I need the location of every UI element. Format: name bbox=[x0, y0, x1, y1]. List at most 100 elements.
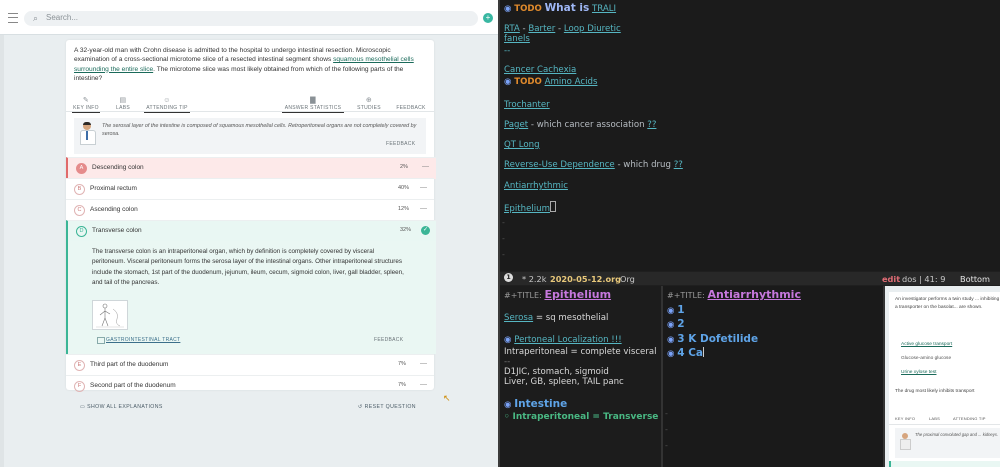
mini-question-card: An investigator performs a twin study ..… bbox=[889, 292, 1000, 467]
reset-label: RESET QUESTION bbox=[364, 404, 416, 410]
intestine-heading[interactable]: ◉ Intestine bbox=[504, 398, 567, 410]
line-dash[interactable]: -- bbox=[504, 46, 510, 56]
strike-icon[interactable]: — bbox=[420, 205, 427, 212]
line-cancer[interactable]: Cancer Cachexia bbox=[504, 65, 576, 75]
explanation-feedback-button[interactable]: FEEDBACK bbox=[374, 337, 403, 343]
reverse-use-link[interactable]: Reverse-Use Dependence bbox=[504, 160, 615, 170]
answer-choice-d[interactable]: D Transverse colon 32% ✓ bbox=[66, 220, 436, 242]
outline-item[interactable]: ◉ 3 K Dofetilide bbox=[667, 333, 758, 345]
show-all-explanations-button[interactable]: ▭ SHOW ALL EXPLANATIONS bbox=[80, 404, 163, 410]
line-rta[interactable]: RTA - Barter - Loop Diuretic bbox=[504, 24, 621, 34]
tab-attending-tip[interactable]: ☺ ATTENDING TIP bbox=[144, 97, 190, 113]
answer-choice-e[interactable]: E Third part of the duodenum 7% — bbox=[66, 354, 434, 376]
answer-choice-b[interactable]: B Proximal rectum 40% — bbox=[66, 178, 434, 200]
peritoneal-link[interactable]: Pertoneal Localization !!! bbox=[514, 335, 621, 345]
tab-studies[interactable]: ⊕ STUDIES bbox=[356, 97, 382, 112]
choice-percent: 7% bbox=[398, 382, 406, 388]
check-icon: ✓ bbox=[421, 226, 430, 235]
tab-key-info[interactable]: ✎ KEY INFO bbox=[72, 97, 100, 113]
outline-item[interactable]: ◉ 1 bbox=[667, 304, 685, 316]
trochanter-link[interactable]: Trochanter bbox=[504, 100, 550, 110]
tab-labs[interactable]: ▤ LABS bbox=[114, 97, 132, 112]
empty-line: - bbox=[665, 425, 668, 434]
outline-item[interactable]: ◉ 4 Ca bbox=[667, 347, 704, 359]
qt-long-link[interactable]: QT Long bbox=[504, 140, 540, 150]
title-value: Epithelium bbox=[544, 288, 612, 301]
paget-link[interactable]: Paget bbox=[504, 120, 528, 130]
search-icon: ⌕ bbox=[33, 13, 39, 23]
line-reverse-use[interactable]: Reverse-Use Dependence - which drug ?? bbox=[504, 160, 683, 170]
question-tabs: ✎ KEY INFO ▤ LABS ☺ ATTENDING TIP ▇ ANSWER S… bbox=[66, 97, 434, 113]
amino-acids-link[interactable]: Amino Acids bbox=[545, 77, 598, 87]
mini-option[interactable]: Active glucose transport bbox=[901, 342, 952, 347]
search-placeholder: Search... bbox=[46, 13, 79, 22]
epithelium-link[interactable]: Epithelium bbox=[504, 204, 550, 214]
line-qt-long[interactable]: QT Long bbox=[504, 140, 540, 150]
question-link[interactable]: ?? bbox=[647, 120, 656, 130]
reset-question-button[interactable]: ↺ RESET QUESTION bbox=[358, 404, 416, 410]
todo-keyword: TODO bbox=[514, 77, 542, 87]
empty-line: - bbox=[502, 234, 505, 243]
serosa-line[interactable]: Serosa = sq mesothelial bbox=[504, 313, 608, 323]
cancer-cachexia-link[interactable]: Cancer Cachexia bbox=[504, 65, 576, 75]
strike-icon[interactable]: — bbox=[420, 360, 427, 367]
line-fanels[interactable]: fanels bbox=[504, 34, 530, 44]
mini-option[interactable]: Glucose-amino glucose bbox=[901, 356, 951, 361]
choice-label: Second part of the duodenum bbox=[90, 382, 176, 389]
major-mode[interactable]: Org bbox=[620, 274, 635, 284]
empty-line: - bbox=[502, 250, 505, 259]
bullet-icon: ◉ bbox=[667, 349, 675, 359]
bullet-icon: ◉ bbox=[667, 306, 675, 316]
intraperitoneal-subheading[interactable]: ◦ Intraperitoneal = Transverse bbox=[504, 412, 658, 422]
antiarrhythmic-buffer[interactable]: #+TITLE: Antiarrhythmic ◉ 1 ◉ 2 ◉ 3 K Do… bbox=[663, 286, 883, 467]
gastrointestinal-tract-link[interactable]: GASTROINTESTINAL TRACT bbox=[96, 337, 180, 344]
bullet-icon: ◉ bbox=[504, 335, 512, 345]
answer-choice-c[interactable]: C Ascending colon 12% — bbox=[66, 199, 434, 221]
line-paget[interactable]: Paget - which cancer association ?? bbox=[504, 120, 656, 130]
heading-amino-acids[interactable]: ◉ TODO Amino Acids bbox=[504, 77, 597, 87]
separator: - bbox=[555, 24, 564, 34]
trali-link[interactable]: TRALI bbox=[592, 4, 616, 14]
editor-top-pane[interactable]: ◉ TODO What is TRALI RTA - Barter - Loop… bbox=[500, 0, 1000, 271]
mouse-cursor-icon: ↖ bbox=[443, 393, 451, 403]
line-antiarrhythmic[interactable]: Antiarrhythmic bbox=[504, 181, 568, 191]
hamburger-menu-icon[interactable] bbox=[8, 13, 18, 23]
choice-letter: D bbox=[76, 226, 87, 237]
barter-link[interactable]: Barter bbox=[528, 24, 555, 34]
add-icon[interactable]: + bbox=[483, 13, 493, 23]
intestine-text: Intestine bbox=[514, 398, 568, 410]
scrollbar[interactable] bbox=[0, 35, 4, 467]
bullet-icon: ◉ bbox=[504, 4, 512, 14]
tip-feedback-button[interactable]: FEEDBACK bbox=[386, 141, 415, 147]
strike-icon[interactable]: — bbox=[420, 381, 427, 388]
mini-tab[interactable]: KEY INFO bbox=[895, 416, 915, 421]
fanels-link[interactable]: fanels bbox=[504, 34, 530, 44]
mini-question: The drug most likely inhibits transport bbox=[895, 389, 975, 394]
mini-tab[interactable]: ATTENDING TIP bbox=[953, 416, 986, 421]
antiarrhythmic-link[interactable]: Antiarrhythmic bbox=[504, 181, 568, 191]
outline-item[interactable]: ◉ 2 bbox=[667, 318, 685, 330]
plus-circle-icon: ⊕ bbox=[365, 97, 373, 104]
strike-icon[interactable]: — bbox=[422, 163, 429, 170]
embedded-question-view[interactable]: An investigator performs a twin study ..… bbox=[885, 286, 1000, 467]
question-link[interactable]: ?? bbox=[674, 160, 683, 170]
peritoneal-heading[interactable]: ◉ Pertoneal Localization !!! bbox=[504, 335, 622, 345]
loop-diuretic-link[interactable]: Loop Diuretic bbox=[564, 24, 621, 34]
search-input[interactable]: ⌕ Search... bbox=[24, 11, 478, 26]
rta-link[interactable]: RTA bbox=[504, 24, 520, 34]
strike-icon[interactable]: — bbox=[420, 184, 427, 191]
tab-feedback[interactable]: FEEDBACK bbox=[396, 97, 426, 112]
mini-tab[interactable]: LABS bbox=[929, 416, 940, 421]
line-trochanter[interactable]: Trochanter bbox=[504, 100, 550, 110]
answer-choice-f[interactable]: F Second part of the duodenum 7% — bbox=[66, 375, 434, 397]
buffer-filename[interactable]: 2020-05-12.org bbox=[550, 274, 621, 284]
serosa-link[interactable]: Serosa bbox=[504, 313, 533, 323]
mini-option[interactable]: Urine xylose test bbox=[901, 370, 936, 375]
explanation-image-thumbnail[interactable] bbox=[92, 300, 128, 330]
answer-choice-a[interactable]: A Descending colon 2% — bbox=[66, 157, 436, 179]
reset-icon: ↺ bbox=[358, 404, 365, 410]
heading-trali[interactable]: ◉ TODO What is TRALI bbox=[504, 2, 616, 14]
tab-answer-statistics[interactable]: ▇ ANSWER STATISTICS bbox=[282, 97, 344, 113]
epithelium-buffer[interactable]: #+TITLE: Epithelium Serosa = sq mesothel… bbox=[500, 286, 661, 467]
line-epithelium[interactable]: Epithelium bbox=[504, 201, 556, 214]
